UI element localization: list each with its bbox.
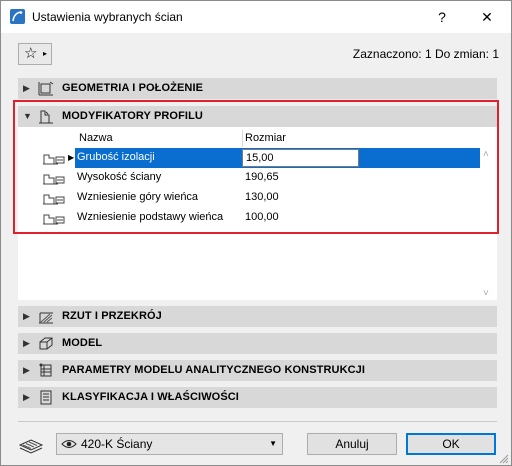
parameter-value[interactable]: 100,00	[245, 211, 279, 223]
footer-divider	[18, 421, 497, 422]
favorites-button[interactable]: ☆ ▸	[18, 43, 52, 65]
chevron-right-icon: ▶	[23, 365, 30, 375]
chevron-right-icon: ▶	[23, 338, 30, 348]
profile-parameter-icon	[42, 211, 66, 225]
window-title: Ustawienia wybranych ścian	[32, 10, 183, 24]
panel-classification[interactable]: ▶ KLASYFIKACJA I WŁAŚCIWOŚCI	[18, 387, 497, 408]
scroll-down-icon[interactable]: ˅	[483, 288, 489, 299]
panel-label: GEOMETRIA I POŁOŻENIE	[62, 82, 204, 94]
chevron-right-icon: ▶	[23, 392, 30, 402]
chevron-right-icon: ▸	[43, 49, 48, 58]
layer-icon	[18, 437, 44, 455]
star-icon: ☆	[24, 45, 38, 62]
cancel-button[interactable]: Anuluj	[307, 433, 397, 455]
profile-parameter-icon	[42, 151, 66, 165]
column-divider[interactable]	[242, 130, 243, 147]
close-button[interactable]: ✕	[473, 5, 501, 29]
eye-icon	[61, 437, 77, 451]
parameter-name: Grubość izolacji	[77, 151, 155, 163]
table-header: Nazwa Rozmiar	[18, 130, 480, 147]
chevron-down-icon: ▼	[23, 111, 32, 121]
panel-label: RZUT I PRZEKRÓJ	[62, 310, 162, 322]
parameter-name: Wzniesienie góry wieńca	[77, 191, 199, 203]
structural-icon	[38, 363, 54, 378]
classification-icon	[38, 390, 54, 405]
help-button[interactable]: ?	[428, 5, 456, 29]
panel-profile-modifiers[interactable]: ▼ MODYFIKATORY PROFILU	[18, 106, 497, 127]
profile-modifier-icon	[38, 109, 54, 124]
floor-plan-icon	[38, 309, 54, 324]
parameter-name: Wysokość ściany	[77, 171, 162, 183]
model-icon	[38, 336, 54, 351]
geometry-icon	[38, 81, 54, 96]
panel-structural-analytical[interactable]: ▶ PARAMETRY MODELU ANALITYCZNEGO KONSTRU…	[18, 360, 497, 381]
panel-label: KLASYFIKACJA I WŁAŚCIWOŚCI	[62, 391, 239, 403]
parameter-value[interactable]: 190,65	[245, 171, 279, 183]
parameter-value-input[interactable]: 15,00	[242, 149, 359, 167]
chevron-down-icon: ▼	[269, 439, 277, 448]
panel-plan-section[interactable]: ▶ RZUT I PRZEKRÓJ	[18, 306, 497, 327]
table-row[interactable]: ▶ Grubość izolacji 15,00	[18, 148, 480, 168]
profile-parameter-icon	[42, 191, 66, 205]
panel-geometry[interactable]: ▶ GEOMETRIA I POŁOŻENIE	[18, 78, 497, 99]
profile-parameter-icon	[42, 171, 66, 185]
layer-select-value: 420-K Ściany	[81, 437, 153, 451]
column-header-size[interactable]: Rozmiar	[245, 132, 286, 144]
panel-label: MODEL	[62, 337, 103, 349]
current-row-marker-icon: ▶	[68, 153, 75, 162]
parameter-value[interactable]: 130,00	[245, 191, 279, 203]
column-header-name[interactable]: Nazwa	[79, 132, 113, 144]
table-row[interactable]: Wzniesienie góry wieńca 130,00	[18, 188, 480, 208]
selection-info: Zaznaczono: 1 Do zmian: 1	[352, 47, 499, 61]
panel-label: PARAMETRY MODELU ANALITYCZNEGO KONSTRUKC…	[62, 364, 366, 376]
table-row[interactable]: Wysokość ściany 190,65	[18, 168, 480, 188]
panel-label: MODYFIKATORY PROFILU	[62, 110, 203, 122]
archicad-app-icon	[10, 9, 25, 24]
chevron-right-icon: ▶	[23, 83, 30, 93]
scroll-up-icon[interactable]: ˄	[483, 149, 489, 160]
table-row[interactable]: Wzniesienie podstawy wieńca 100,00	[18, 208, 480, 228]
table-scrollbar[interactable]: ˄ ˅	[480, 148, 497, 300]
dialog-content: ☆ ▸ Zaznaczono: 1 Do zmian: 1 ▶ GEOMETRI…	[1, 33, 511, 465]
parameter-name: Wzniesienie podstawy wieńca	[77, 211, 224, 223]
chevron-right-icon: ▶	[23, 311, 30, 321]
title-bar[interactable]: Ustawienia wybranych ścian ? ✕	[1, 1, 511, 33]
layer-select[interactable]: 420-K Ściany ▼	[56, 433, 283, 455]
panel-model[interactable]: ▶ MODEL	[18, 333, 497, 354]
ok-button[interactable]: OK	[406, 433, 496, 455]
resize-grip-icon[interactable]	[499, 453, 509, 464]
settings-dialog: Ustawienia wybranych ścian ? ✕ ☆ ▸ Zazna…	[0, 0, 512, 466]
